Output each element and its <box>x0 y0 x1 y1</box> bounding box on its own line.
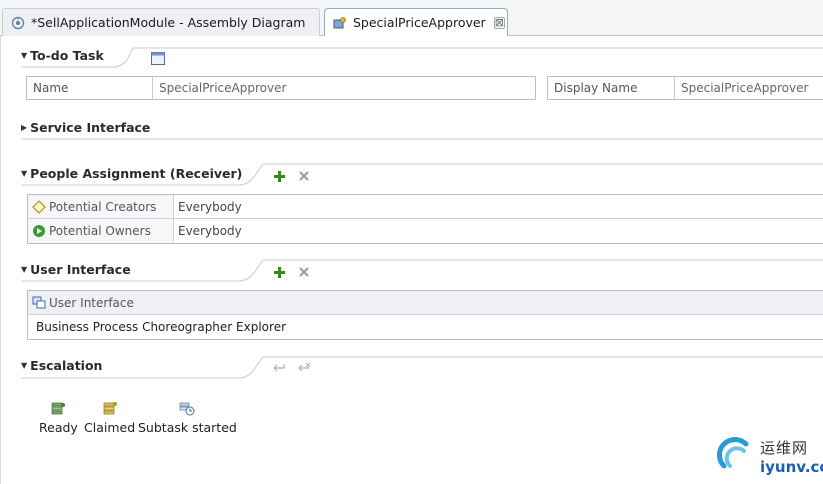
role-label: Potential Creators <box>49 199 157 214</box>
table-row[interactable]: Potential Owners Everybody <box>28 219 823 243</box>
claimed-state-icon <box>102 398 118 416</box>
section-service-interface[interactable]: ▶ Service Interface <box>21 120 150 135</box>
watermark-logo-icon <box>716 436 749 469</box>
tab-label: SpecialPriceApprover <box>353 15 486 30</box>
user-interface-icon <box>32 296 46 310</box>
collapsed-twisty-icon: ▶ <box>21 123 28 132</box>
escalation-state-label: Subtask started <box>138 420 237 435</box>
section-title: User Interface <box>30 262 131 277</box>
escalation-state-claimed[interactable]: Claimed <box>84 398 135 435</box>
expanded-twisty-icon: ▼ <box>21 265 28 274</box>
tab-label: *SellApplicationModule - Assembly Diagra… <box>31 15 306 30</box>
escalation-state-label: Claimed <box>84 420 136 435</box>
escalation-state-subtask-started[interactable]: Subtask started <box>138 398 237 435</box>
add-icon[interactable] <box>272 169 286 183</box>
ready-state-icon <box>50 398 66 416</box>
tab-assembly-diagram[interactable]: *SellApplicationModule - Assembly Diagra… <box>2 8 320 36</box>
user-interface-table: User Interface Business Process Choreogr… <box>27 290 823 340</box>
editor-tab-bar: *SellApplicationModule - Assembly Diagra… <box>0 0 823 36</box>
human-task-icon <box>333 16 347 30</box>
people-assignment-table: Potential Creators Everybody Potential O… <box>27 194 823 244</box>
assembly-diagram-icon <box>11 16 25 30</box>
calendar-icon[interactable] <box>151 51 165 65</box>
potential-owners-icon <box>32 224 46 238</box>
name-field[interactable]: Name SpecialPriceApprover <box>26 76 536 100</box>
name-label: Name <box>33 81 69 95</box>
table-row[interactable]: Potential Creators Everybody <box>28 195 823 219</box>
role-value[interactable]: Everybody <box>174 195 246 218</box>
section-title: People Assignment (Receiver) <box>30 166 243 181</box>
add-escalation-icon[interactable] <box>272 361 286 375</box>
section-user-interface[interactable]: ▼ User Interface <box>21 262 131 277</box>
display-name-label: Display Name <box>554 81 638 95</box>
expanded-twisty-icon: ▼ <box>21 169 28 178</box>
close-icon[interactable]: ⊠ <box>493 16 505 29</box>
subtask-started-icon <box>179 398 195 416</box>
display-name-value[interactable]: SpecialPriceApprover <box>674 77 823 99</box>
name-value[interactable]: SpecialPriceApprover <box>152 77 535 99</box>
display-name-field[interactable]: Display Name SpecialPriceApprover <box>547 76 823 100</box>
site-watermark: 运维网 iyunv.com <box>716 436 823 476</box>
column-header: User Interface <box>49 295 134 310</box>
watermark-cn: 运维网 <box>760 438 809 457</box>
escalation-state-label: Ready <box>39 420 78 435</box>
remove-escalation-icon[interactable] <box>297 361 311 375</box>
section-people-assignment[interactable]: ▼ People Assignment (Receiver) <box>21 166 242 181</box>
role-value[interactable]: Everybody <box>174 219 246 243</box>
tab-special-price-approver[interactable]: SpecialPriceApprover ⊠ <box>324 8 508 36</box>
table-header: User Interface <box>28 291 823 315</box>
section-title: Service Interface <box>30 120 151 135</box>
delete-icon[interactable] <box>297 265 311 279</box>
add-icon[interactable] <box>272 265 286 279</box>
role-label: Potential Owners <box>49 224 151 238</box>
watermark-url: iyunv.com <box>760 457 823 476</box>
potential-creators-icon <box>32 199 46 214</box>
expanded-twisty-icon: ▼ <box>21 361 28 370</box>
human-task-editor: ▼ To-do Task Name SpecialPriceApprover D… <box>0 36 823 484</box>
delete-icon[interactable] <box>297 169 311 183</box>
table-row[interactable]: Business Process Choreographer Explorer <box>28 315 823 339</box>
section-escalation[interactable]: ▼ Escalation <box>21 358 102 373</box>
section-title: Escalation <box>30 358 103 373</box>
escalation-state-ready[interactable]: Ready <box>39 398 78 435</box>
